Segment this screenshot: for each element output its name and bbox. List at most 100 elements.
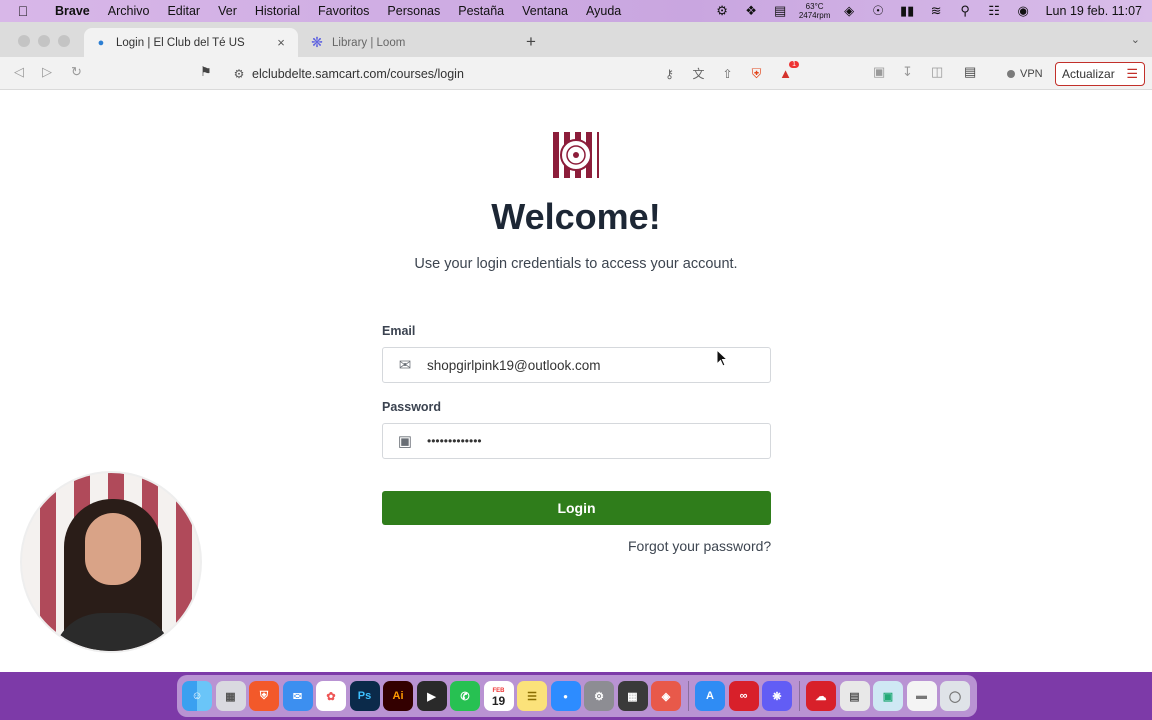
new-tab-plus-icon[interactable]: + <box>526 32 536 52</box>
wifi-icon[interactable]: ≋ <box>922 0 951 22</box>
mail-icon[interactable]: ✉ <box>282 681 313 711</box>
sidebar-icon[interactable]: ◫ <box>931 64 943 80</box>
zoom-window-button[interactable] <box>58 35 70 47</box>
search-icon[interactable]: ⚲ <box>951 0 980 22</box>
login-button[interactable]: Login <box>382 491 771 525</box>
menu-ver[interactable]: Ver <box>209 4 246 18</box>
brave-shields-icon[interactable]: ⛨ <box>742 66 771 82</box>
tab-login-club-del-te[interactable]: ● Login | El Club del Té US × <box>84 28 298 57</box>
menu-editar[interactable]: Editar <box>158 4 209 18</box>
alert-count-badge: 1 <box>789 61 799 68</box>
brightness-icon[interactable]: ⚙ <box>708 0 737 22</box>
menu-ventana[interactable]: Ventana <box>513 4 577 18</box>
password-field[interactable]: ▣ ••••••••••••• <box>382 423 771 459</box>
chevron-down-icon[interactable]: ⌄ <box>1131 33 1140 46</box>
menu-bar-status-area: ⚙ ❖ ▤ 63°C 2474rpm ◈ ☉ ▮▮ ≋ ⚲ ☷ ◉ Lun 19… <box>708 0 1152 22</box>
photoshop-icon[interactable]: Ps <box>349 681 380 711</box>
share-icon[interactable]: ⇧ <box>713 67 742 81</box>
layers-icon[interactable]: ◈ <box>835 0 864 22</box>
tab-title: Login | El Club del Té US <box>116 36 245 49</box>
minimize-window-button[interactable] <box>38 35 50 47</box>
forward-arrow-icon[interactable]: ▷ <box>42 64 52 80</box>
siri-icon[interactable]: ◉ <box>1009 0 1038 22</box>
dock-separator <box>798 681 800 711</box>
menu-archivo[interactable]: Archivo <box>99 4 159 18</box>
zoom-icon[interactable]: ● <box>550 681 581 711</box>
menu-bar-clock[interactable]: Lun 19 feb. 11:07 <box>1038 4 1152 18</box>
menu-pestana[interactable]: Pestaña <box>449 4 513 18</box>
menu-historial[interactable]: Historial <box>246 4 309 18</box>
final-cut-icon[interactable]: ▶ <box>416 681 447 711</box>
temperature-value: 63°C <box>805 2 824 11</box>
macos-dock: ☺ ▦ ⛨ ✉ ✿ Ps Ai ▶ ✆ FEB 19 ☰ ● ⚙ ▦ ◈ A ∞… <box>177 675 977 717</box>
launchpad-icon[interactable]: ▦ <box>215 681 246 711</box>
system-settings-icon[interactable]: ⚙ <box>584 681 614 711</box>
email-label: Email <box>382 324 416 338</box>
menu-personas[interactable]: Personas <box>378 4 449 18</box>
macos-menu-bar:  Brave Archivo Editar Ver Historial Fav… <box>0 0 1152 22</box>
menu-ayuda[interactable]: Ayuda <box>577 4 630 18</box>
translate-icon[interactable]: 文 <box>684 65 713 82</box>
fan-icon[interactable]: ▤ <box>766 0 795 22</box>
address-bar[interactable]: ⚙ elclubdelte.samcart.com/courses/login … <box>226 61 800 86</box>
update-button[interactable]: Actualizar ☰ <box>1055 62 1145 86</box>
site-settings-icon[interactable]: ⚙ <box>226 67 252 81</box>
documents-icon[interactable]: ▬ <box>906 681 937 711</box>
battery-icon[interactable]: ▮▮ <box>893 0 922 22</box>
menu-brave[interactable]: Brave <box>46 4 99 18</box>
trash-icon[interactable]: ◯ <box>940 681 970 711</box>
menu-favoritos[interactable]: Favoritos <box>309 4 378 18</box>
webcam-bubble[interactable] <box>20 471 202 653</box>
email-field[interactable]: ✉ shopgirlpink19@outlook.com <box>382 347 771 383</box>
calendar-day: 19 <box>491 694 506 708</box>
email-value[interactable]: shopgirlpink19@outlook.com <box>427 358 601 373</box>
downloads-icon[interactable]: ↧ <box>902 64 913 80</box>
copilot-icon[interactable]: ❖ <box>737 0 766 22</box>
key-icon[interactable]: ⚷ <box>655 67 684 81</box>
control-center-icon[interactable]: ☷ <box>980 0 1009 22</box>
forgot-password-link[interactable]: Forgot your password? <box>628 538 771 554</box>
finder-icon[interactable]: ☺ <box>182 681 212 711</box>
notes-icon[interactable]: ☰ <box>517 681 547 711</box>
creative-cloud-icon[interactable]: ☁ <box>806 681 836 711</box>
illustrator-icon[interactable]: Ai <box>383 681 413 711</box>
hamburger-menu-icon: ☰ <box>1126 66 1138 81</box>
temperature-readout[interactable]: 63°C 2474rpm <box>795 2 835 20</box>
close-window-button[interactable] <box>18 35 30 47</box>
tab-title: Library | Loom <box>332 36 406 49</box>
password-value[interactable]: ••••••••••••• <box>427 434 482 448</box>
screenshot-folder-icon[interactable]: ▣ <box>873 681 903 711</box>
club-del-te-logo <box>553 132 599 178</box>
brave-icon[interactable]: ⛨ <box>249 681 279 711</box>
extensions-icon[interactable]: ▣ <box>873 64 885 80</box>
tab-strip: ● Login | El Club del Té US × ❋ Library … <box>0 22 1152 57</box>
bookmark-icon[interactable]: ⚑ <box>200 64 212 80</box>
acrobat-icon[interactable]: ∞ <box>728 681 759 711</box>
whatsapp-icon[interactable]: ✆ <box>450 681 480 711</box>
dock-separator <box>687 681 689 711</box>
vpn-button[interactable]: VPN <box>1000 64 1050 83</box>
loom-icon[interactable]: ❋ <box>762 681 792 711</box>
vpn-status-dot <box>1007 69 1015 78</box>
webcam-person-face <box>85 513 141 585</box>
apple-menu-icon[interactable]:  <box>0 3 46 19</box>
app-store-icon[interactable]: A <box>695 681 725 711</box>
calendar-icon[interactable]: FEB 19 <box>483 681 514 711</box>
close-tab-icon[interactable]: × <box>274 35 288 50</box>
mouse-cursor-icon <box>716 349 728 367</box>
brave-rewards-alert-icon[interactable]: ▲ 1 <box>771 61 800 81</box>
calculator-icon[interactable]: ▦ <box>617 681 648 711</box>
envelope-icon: ✉ <box>398 357 412 374</box>
wallet-icon[interactable]: ▤ <box>964 64 976 80</box>
photos-icon[interactable]: ✿ <box>316 681 346 711</box>
tab-library-loom[interactable]: ❋ Library | Loom <box>300 28 514 57</box>
lock-icon: ▣ <box>397 433 413 450</box>
club-favicon-icon: ● <box>97 36 105 49</box>
back-arrow-icon[interactable]: ◁ <box>14 64 24 80</box>
affinity-icon[interactable]: ◈ <box>651 681 681 711</box>
preview-icon[interactable]: ▤ <box>839 681 870 711</box>
reload-icon[interactable]: ↻ <box>71 64 82 80</box>
url-text[interactable]: elclubdelte.samcart.com/courses/login <box>252 67 655 81</box>
user-icon[interactable]: ☉ <box>864 0 893 22</box>
loom-favicon-icon: ❋ <box>311 34 323 50</box>
